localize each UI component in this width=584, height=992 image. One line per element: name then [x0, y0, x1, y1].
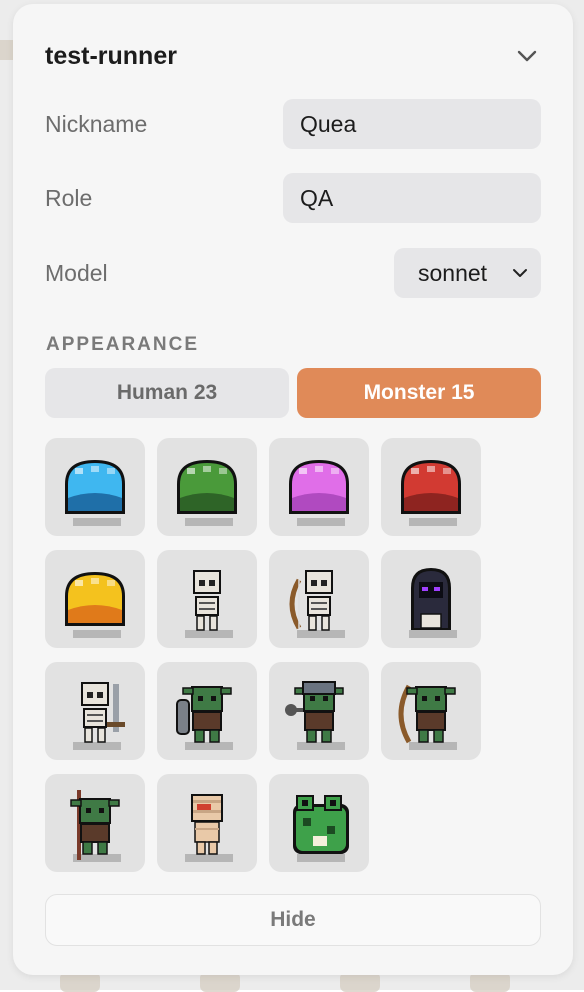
sprite-option[interactable]	[269, 438, 369, 536]
sprite-option[interactable]	[269, 774, 369, 872]
role-field[interactable]: QA	[283, 173, 541, 223]
sprite-option[interactable]	[381, 662, 481, 760]
orc-shield-icon	[167, 670, 247, 752]
background-sprite	[200, 972, 240, 992]
appearance-section-label: APPEARANCE	[46, 334, 199, 356]
sprite-option[interactable]	[269, 662, 369, 760]
tab-monster[interactable]: Monster 15	[297, 368, 541, 418]
sprite-option[interactable]	[157, 774, 257, 872]
pink-slime-icon	[279, 446, 359, 528]
model-select[interactable]: sonnet	[394, 248, 541, 298]
orc-archer-icon	[391, 670, 471, 752]
sprite-option[interactable]	[157, 438, 257, 536]
red-slime-icon	[391, 446, 471, 528]
sprite-option[interactable]	[45, 550, 145, 648]
panel-header: test-runner	[45, 40, 541, 76]
sprite-option[interactable]	[381, 550, 481, 648]
agent-title: test-runner	[45, 40, 541, 72]
tab-human[interactable]: Human 23	[45, 368, 289, 418]
background-sprite	[340, 972, 380, 992]
goblin-spear-icon	[55, 782, 135, 864]
model-label: Model	[45, 248, 108, 298]
sprite-option[interactable]	[381, 438, 481, 536]
sprite-option[interactable]	[45, 774, 145, 872]
mummy-icon	[167, 782, 247, 864]
sprite-option[interactable]	[45, 438, 145, 536]
sprite-option[interactable]	[45, 662, 145, 760]
appearance-tabs: Human 23 Monster 15	[45, 368, 541, 418]
frog-icon	[279, 782, 359, 864]
skeleton-icon	[167, 558, 247, 640]
skeleton-swordsman-icon	[55, 670, 135, 752]
chevron-down-icon	[511, 264, 529, 282]
role-row: Role QA	[45, 173, 541, 223]
sprite-option[interactable]	[157, 550, 257, 648]
sprite-option[interactable]	[269, 550, 369, 648]
hooded-wraith-icon	[391, 558, 471, 640]
background-sprite	[60, 972, 100, 992]
agent-settings-panel: test-runner Nickname Quea Role QA Model …	[13, 4, 573, 975]
chevron-down-icon[interactable]	[515, 44, 539, 68]
sprite-option[interactable]	[157, 662, 257, 760]
hide-button[interactable]: Hide	[45, 894, 541, 946]
model-row: Model sonnet	[45, 248, 541, 298]
nickname-label: Nickname	[45, 99, 147, 149]
role-label: Role	[45, 173, 92, 223]
blue-slime-icon	[55, 446, 135, 528]
yellow-slime-icon	[55, 558, 135, 640]
green-slime-icon	[167, 446, 247, 528]
model-select-value: sonnet	[418, 260, 487, 286]
nickname-row: Nickname Quea	[45, 99, 541, 149]
background-sprite	[470, 972, 510, 992]
skeleton-archer-icon	[279, 558, 359, 640]
orc-helmet-mace-icon	[279, 670, 359, 752]
nickname-field[interactable]: Quea	[283, 99, 541, 149]
